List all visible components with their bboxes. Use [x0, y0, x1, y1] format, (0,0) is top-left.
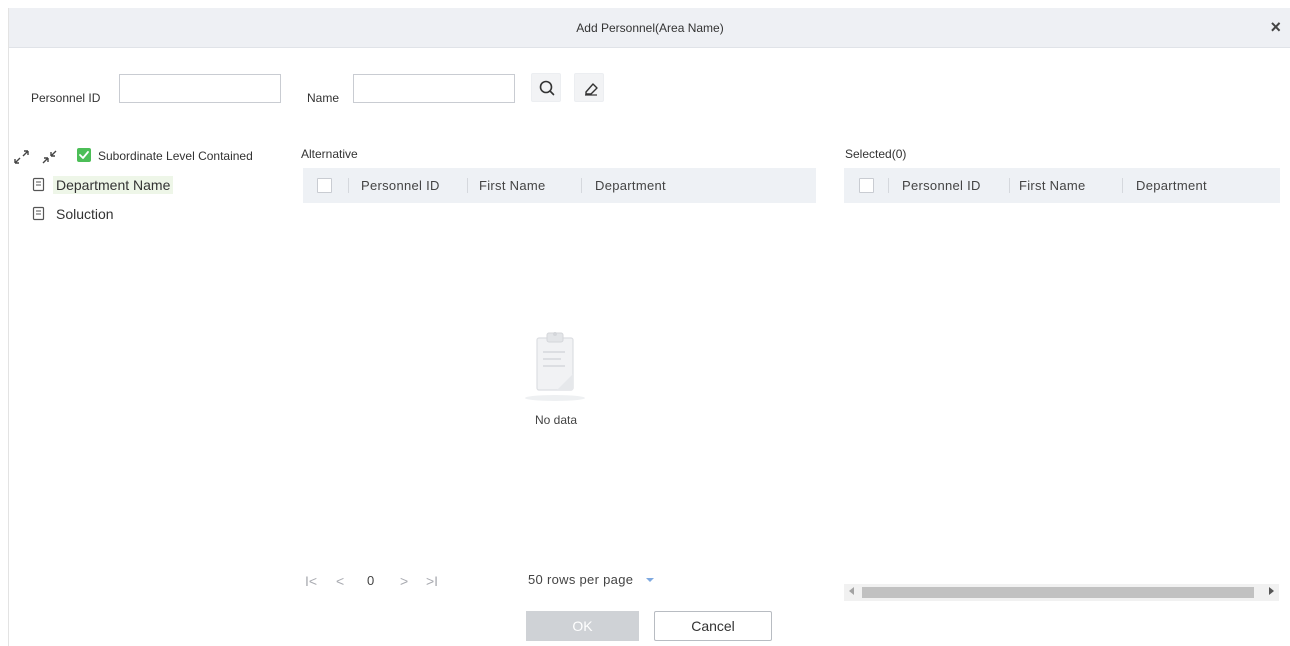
subordinate-checkbox[interactable] — [77, 148, 91, 162]
page-number[interactable]: 0 — [367, 573, 374, 588]
personnel-id-label: Personnel ID — [31, 91, 101, 105]
selected-title: Selected(0) — [845, 147, 907, 161]
scroll-left-arrow-icon[interactable] — [849, 587, 854, 595]
document-icon — [32, 206, 45, 221]
cancel-button[interactable]: Cancel — [654, 611, 772, 641]
rows-per-page-label: 50 rows per page — [528, 572, 634, 587]
selected-horizontal-scrollbar[interactable] — [844, 584, 1279, 601]
no-data-text: No data — [535, 413, 578, 427]
last-page-button[interactable]: >I — [426, 573, 438, 589]
column-separator — [467, 178, 468, 193]
scroll-right-arrow-icon[interactable] — [1269, 587, 1274, 595]
tree-item-label: Soluction — [56, 206, 114, 222]
tree-item-label: Department Name — [53, 176, 174, 194]
previous-page-button[interactable]: < — [336, 573, 344, 589]
dialog-titlebar: Add Personnel(Area Name) × — [9, 8, 1290, 48]
column-first-name[interactable]: First Name — [1019, 178, 1086, 193]
scrollbar-thumb[interactable] — [862, 587, 1254, 598]
column-department[interactable]: Department — [595, 178, 666, 193]
first-page-button[interactable]: I< — [305, 573, 317, 589]
alternative-title: Alternative — [301, 147, 358, 161]
column-separator — [1009, 178, 1010, 193]
ok-button[interactable]: OK — [526, 611, 639, 641]
clear-button[interactable] — [574, 73, 604, 102]
name-label: Name — [307, 91, 340, 105]
dialog-title: Add Personnel(Area Name) — [576, 21, 724, 35]
tree-item-soluction[interactable]: Soluction — [31, 205, 117, 223]
eraser-icon — [585, 83, 598, 96]
column-separator — [581, 178, 582, 193]
alternative-grid-header: Personnel ID First Name Department — [303, 168, 816, 203]
column-separator — [348, 178, 349, 193]
empty-clipboard-icon — [525, 332, 585, 401]
tree-item-department-name[interactable]: Department Name — [31, 176, 174, 194]
rows-per-page-select[interactable]: 50 rows per page — [528, 572, 655, 587]
subordinate-label: Subordinate Level Contained — [98, 149, 253, 163]
column-separator — [1122, 178, 1123, 193]
search-button[interactable] — [531, 73, 561, 102]
document-icon — [32, 177, 45, 192]
column-personnel-id[interactable]: Personnel ID — [361, 178, 440, 193]
search-icon — [539, 80, 555, 96]
checkmark-icon — [79, 151, 89, 159]
close-icon[interactable]: × — [1270, 17, 1281, 37]
column-first-name[interactable]: First Name — [479, 178, 546, 193]
next-page-button[interactable]: > — [400, 573, 408, 589]
selected-grid-header: Personnel ID First Name Department — [844, 168, 1280, 203]
expand-icon[interactable] — [13, 148, 31, 166]
column-department[interactable]: Department — [1136, 178, 1207, 193]
column-personnel-id[interactable]: Personnel ID — [902, 178, 981, 193]
column-separator — [888, 178, 889, 193]
selected-select-all-checkbox[interactable] — [859, 178, 874, 193]
collapse-icon[interactable] — [41, 148, 59, 166]
add-personnel-dialog: Add Personnel(Area Name) × Personnel ID … — [8, 8, 1290, 646]
alternative-select-all-checkbox[interactable] — [317, 178, 332, 193]
dropdown-arrow-icon — [646, 578, 655, 582]
personnel-id-input[interactable] — [119, 74, 281, 103]
name-input[interactable] — [353, 74, 515, 103]
